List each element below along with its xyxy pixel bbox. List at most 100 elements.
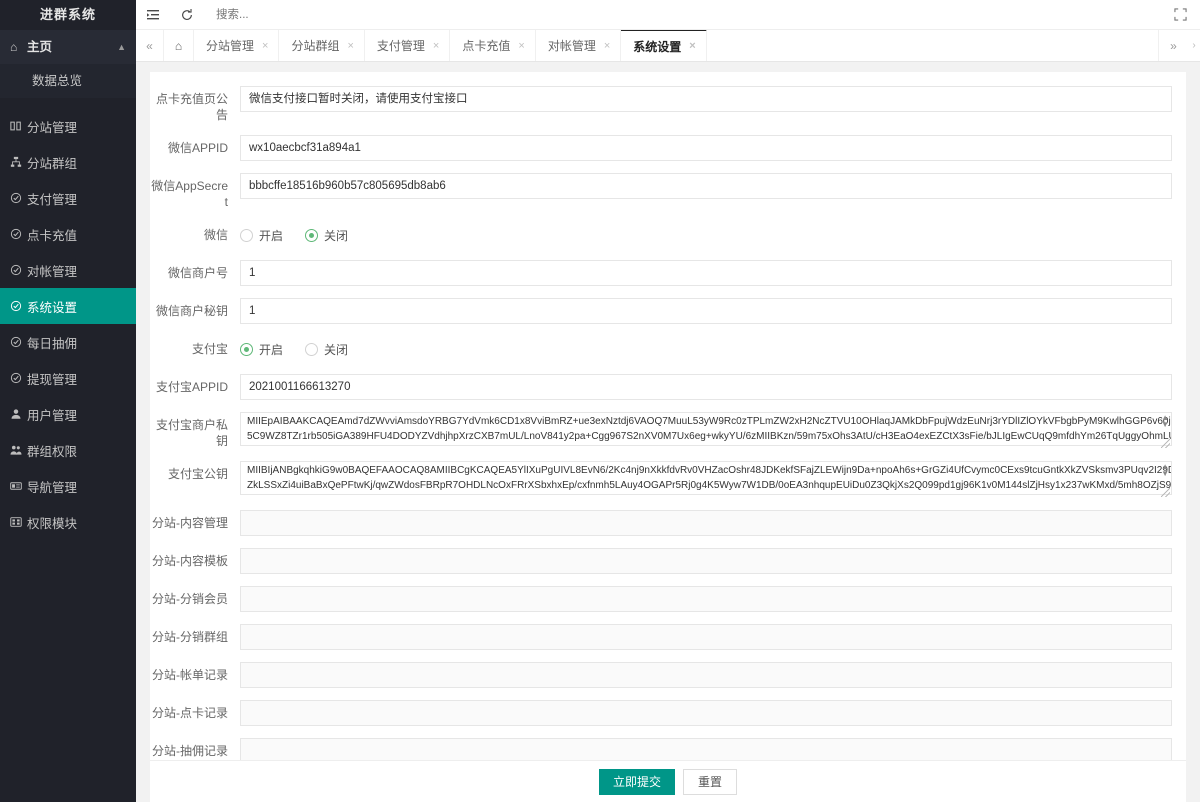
form-control: ▲▼ [240, 461, 1172, 498]
form-row: 支付宝APPID [150, 374, 1186, 400]
radio-option[interactable]: 开启 [240, 341, 283, 358]
form-label: 分站-分销群组 [152, 630, 228, 644]
text-input[interactable] [240, 135, 1172, 161]
sidebar-item-label: 分站管理 [27, 120, 78, 135]
form-label: 分站-帐单记录 [152, 668, 228, 682]
sidebar-item-5[interactable]: 系统设置 [0, 288, 136, 324]
sidebar-nav-list: 分站管理分站群组 支付管理 点卡充值对帐管理系统设置每日抽佣提现管理用户管理 群组权限… [0, 108, 136, 540]
fullscreen-icon[interactable] [1160, 0, 1200, 30]
settings-form-card: 点卡充值页公告微信APPID微信AppSecret微信开启关闭微信商户号微信商户… [150, 72, 1186, 760]
submit-button[interactable]: 立即提交 [598, 768, 675, 795]
tab-close-icon[interactable]: × [347, 40, 353, 52]
text-input[interactable] [240, 374, 1172, 400]
text-input[interactable] [240, 548, 1172, 574]
form-label: 支付宝商户私钥 [155, 418, 228, 448]
menu-fold-icon[interactable] [136, 0, 170, 30]
shield-check-icon [10, 228, 27, 240]
tab-4[interactable]: 对帐管理 × [535, 30, 622, 61]
tab-3[interactable]: 点卡充值 × [450, 30, 536, 61]
form-label: 分站-内容管理 [152, 516, 228, 530]
sidebar-item-label: 提现管理 [27, 372, 78, 387]
text-input[interactable] [240, 173, 1172, 199]
module-icon [10, 516, 27, 528]
form-label: 分站-点卡记录 [152, 706, 228, 720]
double-chevron-right-icon[interactable]: » [1158, 30, 1188, 61]
text-input[interactable] [240, 260, 1172, 286]
sidebar-item-2[interactable]: 支付管理 [0, 180, 136, 216]
search-input[interactable] [214, 7, 374, 22]
form-label: 微信APPID [167, 141, 228, 155]
form-control [240, 374, 1172, 400]
resize-grip-icon[interactable] [1161, 439, 1170, 448]
form-label: 分站-内容模板 [152, 554, 228, 568]
tabbar-home-icon[interactable]: ⌂ [164, 30, 194, 61]
sidebar-item-label: 对帐管理 [27, 264, 78, 279]
form-label: 分站-抽佣记录 [152, 744, 228, 758]
tab-0[interactable]: 分站管理 × [194, 30, 280, 61]
sidebar-item-0[interactable]: 分站管理 [0, 108, 136, 144]
form-row: 分站-内容管理 [150, 510, 1186, 536]
radio-group: 开启 关闭 [240, 336, 1172, 362]
sidebar-item-label: 每日抽佣 [27, 336, 78, 351]
tab-label: 点卡充值 [462, 39, 511, 53]
resize-grip-icon[interactable] [1161, 488, 1170, 497]
sidebar-item-home[interactable]: ⌂ 主页 ▲ [0, 30, 136, 64]
tab-label: 分站管理 [206, 39, 255, 53]
form-label: 支付宝APPID [155, 380, 228, 394]
form-control [240, 548, 1172, 574]
form-footer: 立即提交 重置 [150, 760, 1186, 802]
sidebar-item-6[interactable]: 每日抽佣 [0, 324, 136, 360]
sidebar-item-label: 主页 [27, 40, 53, 54]
form-control [240, 662, 1172, 688]
scroll-arrows-icon[interactable]: ▲ ▼ [1161, 463, 1169, 478]
tab-label: 分站群组 [291, 39, 340, 53]
form-control [240, 586, 1172, 612]
textarea-wrapper: ▲▼ [240, 461, 1172, 498]
reset-button[interactable]: 重置 [683, 768, 738, 795]
sidebar-item-7[interactable]: 提现管理 [0, 360, 136, 396]
text-input[interactable] [240, 662, 1172, 688]
textarea-field[interactable] [240, 412, 1172, 446]
tab-close-icon[interactable]: × [604, 40, 610, 52]
form-row: 分站-分销会员 [150, 586, 1186, 612]
refresh-icon[interactable] [170, 0, 204, 30]
text-input[interactable] [240, 586, 1172, 612]
form-control: 开启 关闭 [240, 222, 1172, 248]
sidebar-subitem-overview[interactable]: 数据总览 [0, 64, 136, 98]
radio-option[interactable]: 开启 [240, 227, 283, 244]
tab-5[interactable]: 系统设置 × [621, 30, 707, 61]
chevron-up-icon: ▲ [117, 42, 126, 52]
tab-2[interactable]: 支付管理 × [364, 30, 451, 61]
tab-close-icon[interactable]: × [689, 40, 695, 52]
tab-close-icon[interactable]: × [262, 40, 268, 52]
form-label: 点卡充值页公告 [155, 92, 228, 122]
users-icon [10, 444, 27, 456]
sidebar-item-9[interactable]: 群组权限 [0, 432, 136, 468]
tab-close-icon[interactable]: × [433, 40, 439, 52]
text-input[interactable] [240, 700, 1172, 726]
text-input[interactable] [240, 738, 1172, 760]
chevron-right-icon[interactable]: › [1188, 30, 1200, 61]
scroll-arrows-icon[interactable]: ▲ ▼ [1161, 414, 1169, 429]
sidebar-item-4[interactable]: 对帐管理 [0, 252, 136, 288]
form-control [240, 510, 1172, 536]
radio-option[interactable]: 关闭 [305, 227, 348, 244]
textarea-field[interactable] [240, 461, 1172, 495]
sidebar-item-10[interactable]: 导航管理 [0, 468, 136, 504]
text-input[interactable] [240, 298, 1172, 324]
tab-label: 系统设置 [633, 39, 682, 54]
sidebar-item-1[interactable]: 分站群组 [0, 144, 136, 180]
sidebar-item-11[interactable]: 权限模块 [0, 504, 136, 540]
sidebar-item-3[interactable]: 点卡充值 [0, 216, 136, 252]
sidebar-item-label: 系统设置 [27, 300, 78, 315]
sidebar-item-8[interactable]: 用户管理 [0, 396, 136, 432]
brand-title: 进群系统 [0, 0, 136, 30]
double-chevron-left-icon[interactable]: « [136, 30, 164, 61]
tab-close-icon[interactable]: × [518, 40, 524, 52]
tab-1[interactable]: 分站群组 × [279, 30, 365, 61]
text-input[interactable] [240, 86, 1172, 112]
sidebar-item-label: 权限模块 [27, 516, 78, 531]
text-input[interactable] [240, 624, 1172, 650]
radio-option[interactable]: 关闭 [305, 341, 348, 358]
text-input[interactable] [240, 510, 1172, 536]
